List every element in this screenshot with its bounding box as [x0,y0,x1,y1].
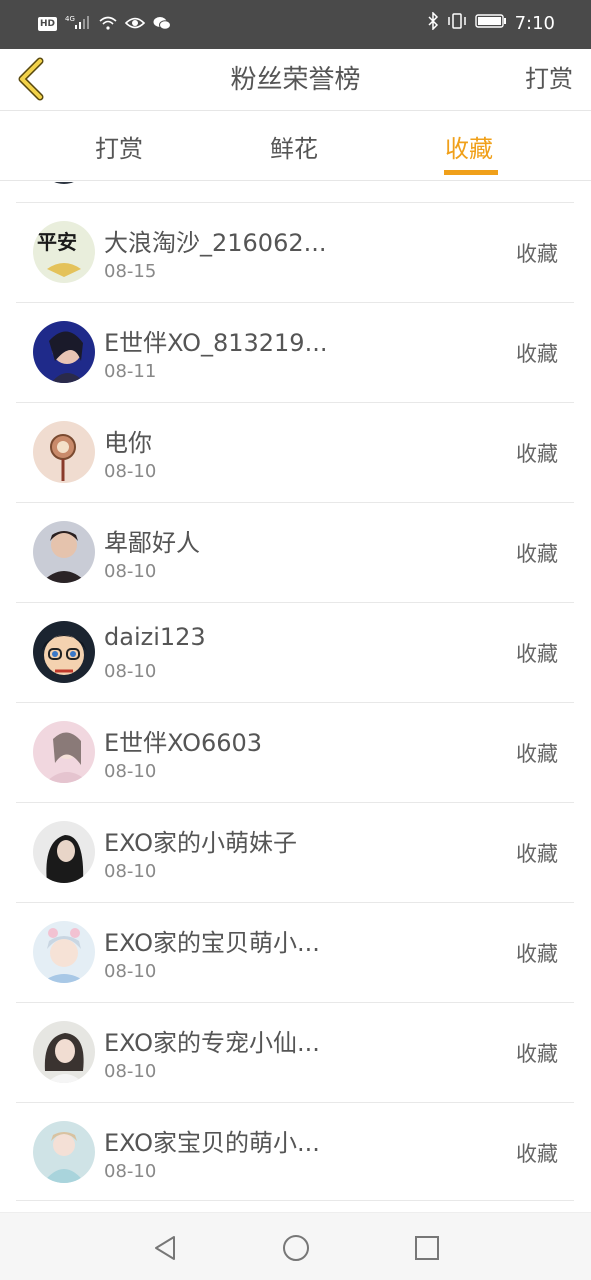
wechat-icon [153,15,172,34]
date: 08-10 [104,761,157,782]
favorite-label: 收藏 [516,1142,558,1166]
tab-favorites[interactable]: 收藏 [445,129,493,164]
avatar [33,921,95,983]
date: 08-10 [104,1161,157,1182]
favorite-label: 收藏 [516,642,558,666]
list-item[interactable]: 平安 大浪淘沙_216062... 08-15 收藏 [16,202,574,302]
nav-home-button[interactable] [281,1233,311,1263]
hd-badge: HD [38,17,58,31]
date: 08-10 [104,861,157,882]
date: 08-10 [104,1061,157,1082]
list-item[interactable]: daizi123 08-10 收藏 [16,602,574,702]
list-item[interactable]: E世伴XO_813219... 08-11 收藏 [16,302,574,402]
favorite-label: 收藏 [516,842,558,866]
date: 08-15 [104,261,157,282]
date: 08-10 [104,961,157,982]
tab-flowers[interactable]: 鲜花 [270,129,318,164]
clock: 7:10 [514,12,555,34]
system-nav-bar [0,1212,591,1280]
svg-text:平安: 平安 [37,230,77,254]
user-name: EXO家宝贝的萌小... [104,1129,320,1157]
date: 08-11 [104,361,157,382]
reward-button[interactable]: 打赏 [525,59,573,94]
avatar [33,1121,95,1183]
avatar [33,521,95,583]
list-item[interactable]: EXO家宝贝的萌小... 08-10 收藏 [16,1102,574,1202]
list-item[interactable]: EXO家的专宠小仙... 08-10 收藏 [16,1002,574,1102]
network-type: 4G [65,15,75,23]
favorite-label: 收藏 [516,342,558,366]
tab-bar: 打赏 鲜花 收藏 [0,111,591,181]
user-name: EXO家的宝贝萌小... [104,929,320,957]
avatar [33,721,95,783]
avatar-partial [47,182,81,184]
favorite-label: 收藏 [516,1042,558,1066]
favorite-label: 收藏 [516,442,558,466]
wifi-icon [99,15,117,34]
eye-icon [124,15,146,34]
user-name: EXO家的小萌妹子 [104,829,297,857]
date: 08-10 [104,461,157,482]
battery-icon [474,13,507,33]
list-item[interactable]: EXO家的小萌妹子 08-10 收藏 [16,802,574,902]
avatar [33,321,95,383]
signal-icon: 4G [65,14,91,34]
status-bar: HD 4G 7:10 [0,0,591,49]
list-item[interactable]: 电你 08-10 收藏 [16,402,574,502]
status-right: 7:10 [427,11,555,34]
nav-back-button[interactable] [150,1233,180,1263]
user-name: E世伴XO_813219... [104,329,328,357]
favorite-label: 收藏 [516,542,558,566]
vibrate-icon [447,12,467,34]
circle-home-icon [283,1235,309,1261]
list-item[interactable]: 卑鄙好人 08-10 收藏 [16,502,574,602]
square-recents-icon [415,1236,439,1260]
avatar [33,1021,95,1083]
date: 08-10 [104,561,157,582]
fan-list: 平安 大浪淘沙_216062... 08-15 收藏 E世伴XO_813219.… [0,182,591,1212]
page-title: 粉丝荣誉榜 [230,65,361,95]
date: 08-10 [104,661,157,682]
tab-reward[interactable]: 打赏 [95,129,143,164]
list-item[interactable]: EXO家的宝贝萌小... 08-10 收藏 [16,902,574,1002]
active-tab-indicator [444,170,498,175]
user-name: EXO家的专宠小仙... [104,1029,320,1057]
avatar: 平安 [33,221,95,283]
user-name: 卑鄙好人 [104,529,200,557]
user-name: 电你 [104,429,152,457]
divider [16,1200,574,1201]
nav-recents-button[interactable] [412,1233,442,1263]
avatar [33,621,95,683]
user-name: daizi123 [104,623,206,651]
status-left: HD 4G [38,14,172,34]
app-header: 粉丝荣誉榜 打赏 [0,49,591,111]
favorite-label: 收藏 [516,742,558,766]
user-name: 大浪淘沙_216062... [104,229,327,257]
avatar [33,821,95,883]
avatar [33,421,95,483]
triangle-back-icon [155,1236,175,1260]
bluetooth-icon [427,11,439,34]
list-item[interactable]: E世伴XO6603 08-10 收藏 [16,702,574,802]
favorite-label: 收藏 [516,942,558,966]
favorite-label: 收藏 [516,242,558,266]
user-name: E世伴XO6603 [104,729,263,757]
